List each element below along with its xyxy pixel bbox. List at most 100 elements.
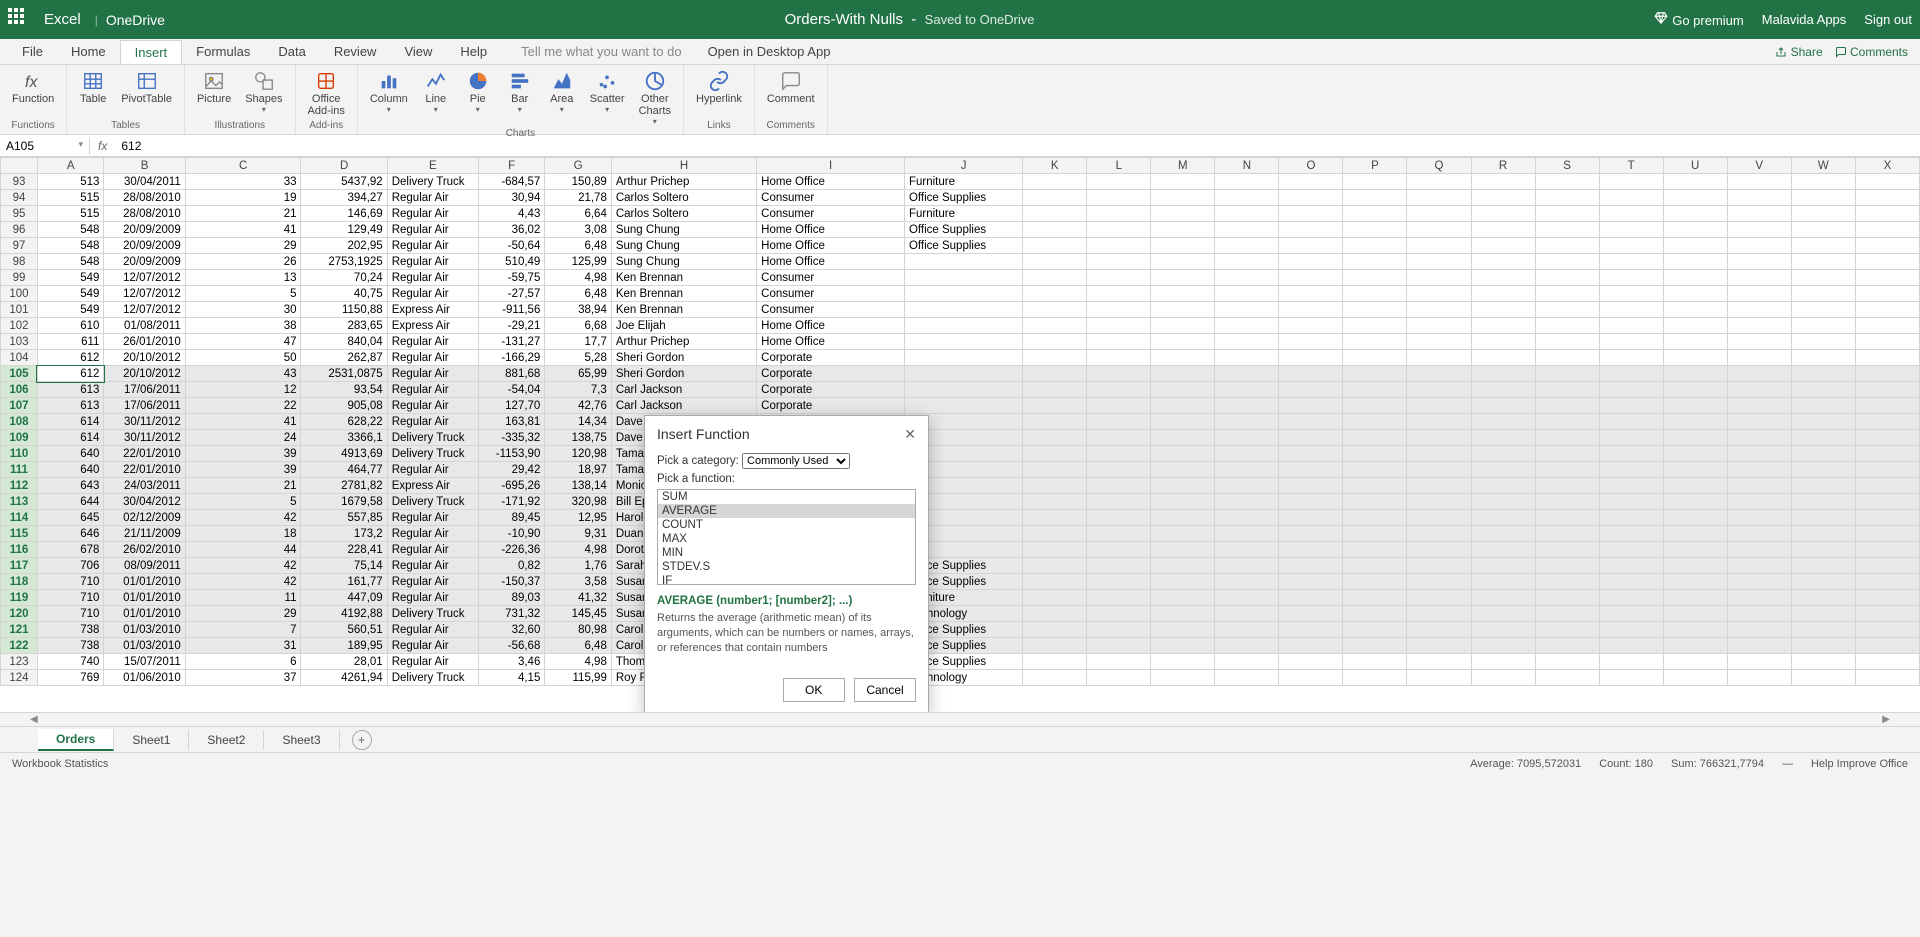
- sheet-tab-sheet2[interactable]: Sheet2: [189, 730, 264, 750]
- cell[interactable]: 4,98: [545, 542, 612, 558]
- col-header-L[interactable]: L: [1087, 158, 1151, 174]
- cell[interactable]: Express Air: [387, 318, 478, 334]
- cell[interactable]: [1791, 446, 1855, 462]
- cell[interactable]: Regular Air: [387, 270, 478, 286]
- col-header-K[interactable]: K: [1023, 158, 1087, 174]
- cell[interactable]: [1535, 382, 1599, 398]
- cell[interactable]: [904, 270, 1022, 286]
- cell[interactable]: Regular Air: [387, 254, 478, 270]
- cell[interactable]: [1791, 670, 1855, 686]
- cell[interactable]: [904, 382, 1022, 398]
- cell[interactable]: 612: [37, 366, 104, 382]
- cell[interactable]: [1215, 238, 1279, 254]
- row-header[interactable]: 112: [1, 478, 38, 494]
- cell[interactable]: [1151, 254, 1215, 270]
- cell[interactable]: [1663, 398, 1727, 414]
- cell[interactable]: 14,34: [545, 414, 612, 430]
- cell[interactable]: [1023, 462, 1087, 478]
- cell[interactable]: [1215, 590, 1279, 606]
- cell[interactable]: [1663, 638, 1727, 654]
- cell[interactable]: [1727, 670, 1791, 686]
- cell[interactable]: [1279, 286, 1343, 302]
- cell[interactable]: [1855, 510, 1919, 526]
- cell[interactable]: [1855, 494, 1919, 510]
- cell[interactable]: [1855, 334, 1919, 350]
- cell[interactable]: 710: [37, 574, 104, 590]
- cell[interactable]: 120,98: [545, 446, 612, 462]
- cell[interactable]: [1855, 622, 1919, 638]
- cell[interactable]: -150,37: [478, 574, 545, 590]
- cell[interactable]: 510,49: [478, 254, 545, 270]
- cell[interactable]: 6,48: [545, 286, 612, 302]
- tab-file[interactable]: File: [8, 40, 57, 63]
- table-row[interactable]: 11264324/03/2011212781,82Express Air-695…: [1, 478, 1920, 494]
- cell[interactable]: [1087, 366, 1151, 382]
- cell[interactable]: [1407, 606, 1471, 622]
- cell[interactable]: [1343, 606, 1407, 622]
- chart-other-button[interactable]: Other Charts▾: [633, 67, 677, 128]
- cell[interactable]: [1087, 670, 1151, 686]
- cell[interactable]: [1151, 174, 1215, 190]
- cell[interactable]: [1215, 446, 1279, 462]
- cell[interactable]: [1855, 430, 1919, 446]
- cell[interactable]: 70,24: [301, 270, 387, 286]
- cell[interactable]: [1471, 270, 1535, 286]
- cell[interactable]: Express Air: [387, 302, 478, 318]
- cell[interactable]: 515: [37, 190, 104, 206]
- chart-pie-button[interactable]: Pie▾: [458, 67, 498, 116]
- col-header-O[interactable]: O: [1279, 158, 1343, 174]
- row-header[interactable]: 103: [1, 334, 38, 350]
- cell[interactable]: 26/01/2010: [104, 334, 185, 350]
- cell[interactable]: [1599, 238, 1663, 254]
- cell[interactable]: [1727, 558, 1791, 574]
- row-header[interactable]: 100: [1, 286, 38, 302]
- cell[interactable]: [1343, 510, 1407, 526]
- cell[interactable]: [1151, 270, 1215, 286]
- cell[interactable]: [1215, 526, 1279, 542]
- cell[interactable]: Delivery Truck: [387, 430, 478, 446]
- cell[interactable]: [1023, 446, 1087, 462]
- cell[interactable]: [1407, 542, 1471, 558]
- cell[interactable]: [1855, 526, 1919, 542]
- cell[interactable]: [1087, 286, 1151, 302]
- cell[interactable]: [1599, 254, 1663, 270]
- cell[interactable]: Regular Air: [387, 398, 478, 414]
- table-row[interactable]: 10861430/11/201241628,22Regular Air163,8…: [1, 414, 1920, 430]
- cell[interactable]: [1087, 350, 1151, 366]
- cell[interactable]: [1279, 238, 1343, 254]
- cell[interactable]: 548: [37, 254, 104, 270]
- cell[interactable]: [1023, 478, 1087, 494]
- col-header-T[interactable]: T: [1599, 158, 1663, 174]
- cell[interactable]: [1343, 398, 1407, 414]
- cell[interactable]: 17/06/2011: [104, 398, 185, 414]
- table-row[interactable]: 10761317/06/201122905,08Regular Air127,7…: [1, 398, 1920, 414]
- cell[interactable]: Home Office: [757, 174, 905, 190]
- cell[interactable]: [904, 350, 1022, 366]
- cell[interactable]: Regular Air: [387, 558, 478, 574]
- tab-home[interactable]: Home: [57, 40, 120, 63]
- row-header[interactable]: 97: [1, 238, 38, 254]
- cell[interactable]: Corporate: [757, 382, 905, 398]
- cell[interactable]: 37: [185, 670, 301, 686]
- cell[interactable]: [1727, 174, 1791, 190]
- cell[interactable]: [1663, 558, 1727, 574]
- cell[interactable]: [1727, 350, 1791, 366]
- cell[interactable]: 20/10/2012: [104, 350, 185, 366]
- cell[interactable]: [1151, 238, 1215, 254]
- cell[interactable]: Regular Air: [387, 382, 478, 398]
- cell[interactable]: [1087, 238, 1151, 254]
- cell[interactable]: Office Supplies: [904, 190, 1022, 206]
- cell[interactable]: [1663, 350, 1727, 366]
- cell[interactable]: [1023, 414, 1087, 430]
- cell[interactable]: [1855, 238, 1919, 254]
- cell[interactable]: [1471, 366, 1535, 382]
- cell[interactable]: [1535, 398, 1599, 414]
- cell[interactable]: [1279, 190, 1343, 206]
- cell[interactable]: 840,04: [301, 334, 387, 350]
- cell[interactable]: [1087, 430, 1151, 446]
- cell[interactable]: Regular Air: [387, 510, 478, 526]
- cell[interactable]: [1087, 222, 1151, 238]
- cell[interactable]: [1087, 654, 1151, 670]
- cell[interactable]: [1663, 206, 1727, 222]
- col-header-C[interactable]: C: [185, 158, 301, 174]
